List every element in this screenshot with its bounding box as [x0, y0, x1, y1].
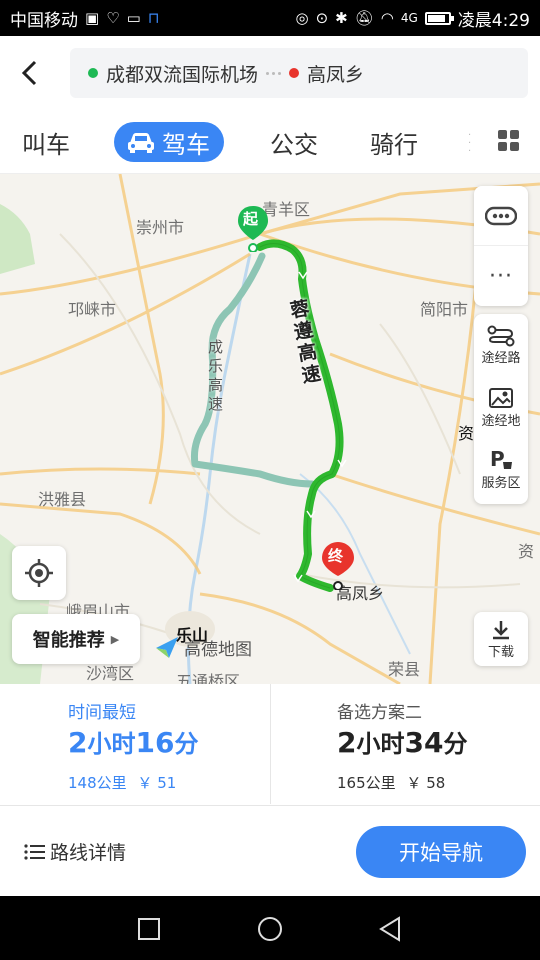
place-label: 简阳市	[420, 300, 469, 319]
location-icon: ⊙	[315, 9, 329, 27]
clock: 凌晨4:29	[457, 10, 530, 31]
download-label: 下载	[487, 644, 514, 660]
route-summary-box[interactable]: 成都双流国际机场 高凤乡	[70, 48, 528, 98]
service-area-label: 服务区	[481, 475, 521, 491]
plan-duration: 2小时16分	[68, 726, 199, 759]
place-label: 资	[518, 542, 535, 561]
plan-meta: 165公里 ￥ 58	[337, 772, 445, 793]
plan-cost: ￥ 51	[137, 774, 177, 792]
destination-dot-icon	[289, 68, 300, 78]
end-marker-label: 终	[328, 547, 344, 565]
start-marker[interactable]: 起	[236, 204, 270, 256]
signal-icon: 4G	[400, 11, 418, 25]
more-dots-icon: ···	[489, 263, 513, 289]
amap-brand-text: 高德地图	[184, 639, 252, 660]
place-label: 崇州市	[136, 218, 185, 237]
lock-icon: ⊓	[147, 9, 160, 27]
map-tools-card: ···	[474, 186, 528, 306]
recent-apps-button[interactable]	[138, 918, 160, 940]
back-button[interactable]	[0, 36, 60, 110]
plan-duration: 2小时34分	[337, 726, 468, 759]
highway-label-chengle: 成乐高速	[208, 338, 224, 413]
amap-logo-icon	[156, 637, 178, 658]
more-tabs-dots: · · ·	[468, 130, 472, 157]
locate-button[interactable]	[12, 546, 66, 600]
service-area-button[interactable]: P 服务区	[474, 438, 528, 500]
list-icon	[24, 843, 45, 860]
origin-label: 成都双流国际机场	[106, 63, 259, 86]
via-place-label: 途经地	[481, 413, 521, 429]
via-road-button[interactable]: 途经路	[474, 314, 528, 376]
via-road-icon	[487, 325, 515, 346]
svg-text:P: P	[490, 448, 505, 471]
waypoint-tools-card: 途经路 途经地 P 服务区	[474, 314, 528, 504]
origin-dot-icon	[88, 68, 98, 78]
route-plans-panel: 时间最短 2小时16分 148公里 ￥ 51 备选方案二 2小时34分 165公…	[0, 684, 540, 896]
triangle-right-icon: ▶	[110, 632, 120, 646]
grid-icon	[498, 130, 519, 151]
start-marker-label: 起	[243, 210, 259, 228]
plan-distance: 165公里	[337, 774, 396, 792]
route-detail-button[interactable]: 路线详情	[24, 838, 126, 865]
place-label: 资	[458, 424, 475, 443]
download-button[interactable]: 下载	[474, 612, 528, 666]
smart-recommend-button[interactable]: 智能推荐 ▶	[12, 614, 140, 664]
plan-meta: 148公里 ￥ 51	[68, 772, 176, 793]
locate-icon	[25, 559, 53, 587]
service-area-icon: P	[490, 448, 512, 471]
plan-tag: 时间最短	[68, 703, 136, 723]
amap-logo: 高德地图	[154, 634, 252, 660]
place-label: 邛崃市	[68, 300, 117, 319]
route-separator	[266, 71, 282, 75]
system-nav-bar	[0, 896, 540, 960]
mute-icon: 🔕︎	[354, 9, 374, 27]
traffic-icon	[485, 206, 517, 225]
carrier-label: 中国移动	[10, 10, 78, 31]
via-place-icon	[489, 387, 513, 408]
bluetooth-icon: ✱	[335, 9, 348, 27]
home-button[interactable]	[258, 917, 282, 941]
plan-tag: 备选方案二	[337, 703, 422, 723]
place-label: 荣县	[388, 660, 421, 679]
back-arrow-icon	[21, 60, 37, 86]
smart-recommend-label: 智能推荐	[32, 630, 105, 651]
tab-taxi[interactable]: 叫车	[22, 122, 70, 162]
via-place-button[interactable]: 途经地	[474, 376, 528, 438]
tab-bus[interactable]: 公交	[270, 122, 318, 162]
start-navigation-button[interactable]: 开始导航	[356, 826, 526, 878]
destination-label: 高凤乡	[307, 63, 365, 86]
grid-menu-button[interactable]	[498, 130, 520, 156]
end-marker[interactable]: 终	[320, 540, 356, 594]
tab-bike[interactable]: 骑行	[370, 122, 418, 162]
place-label: 五通桥区	[176, 672, 241, 684]
more-button[interactable]: ···	[474, 246, 528, 306]
tab-drive-label: 驾车	[162, 130, 210, 159]
plan-card-fastest[interactable]: 时间最短 2小时16分 148公里 ￥ 51	[0, 684, 270, 804]
panel-divider	[0, 805, 540, 806]
traffic-button[interactable]	[474, 186, 528, 246]
map-view[interactable]: 青羊区 崇州市 邛崃市 简阳市 洪雅县 峨眉山市 乐山 沙湾区 五通桥区 荣县 …	[0, 174, 540, 684]
hd-icon: ◎	[295, 9, 309, 27]
heart-icon: ♡	[106, 9, 120, 27]
plan-distance: 148公里	[68, 774, 127, 792]
plan-cost: ￥ 58	[406, 774, 446, 792]
plan-card-alternative[interactable]: 备选方案二 2小时34分 165公里 ￥ 58	[271, 684, 540, 804]
wifi-icon: ◠	[380, 9, 394, 27]
route-header: 成都双流国际机场 高凤乡	[0, 36, 540, 110]
transport-mode-tabs: 叫车 驾车 公交 骑行 · · ·	[0, 110, 540, 174]
status-bar: 中国移动 ▣ ♡ ▭ ⊓ ◎ ⊙ ✱ 🔕︎ ◠ 4G 凌晨4:29	[0, 0, 540, 36]
download-icon	[493, 620, 509, 639]
tab-drive[interactable]: 驾车	[114, 122, 224, 162]
via-road-label: 途经路	[481, 350, 521, 366]
route-detail-label: 路线详情	[50, 842, 127, 864]
car-icon	[128, 133, 154, 153]
gallery-icon: ▣	[85, 9, 100, 27]
message-icon: ▭	[126, 9, 141, 27]
place-label: 洪雅县	[38, 490, 87, 509]
back-nav-button[interactable]	[378, 916, 402, 942]
battery-icon	[424, 11, 454, 25]
